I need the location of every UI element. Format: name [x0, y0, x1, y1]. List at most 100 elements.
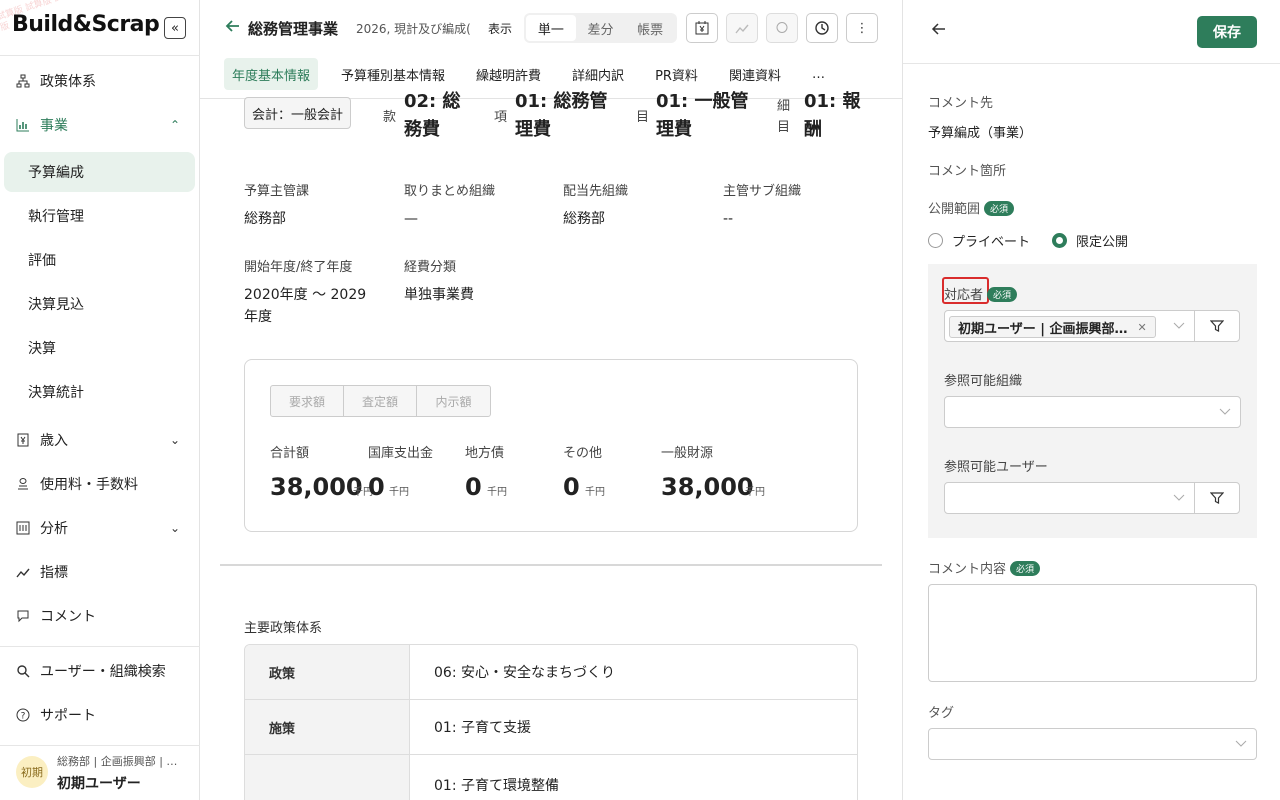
app-logo: Build&Scrap: [12, 12, 160, 37]
visibility-label: 公開範囲 必須: [928, 198, 1015, 217]
display-mode-label: 表示: [488, 22, 513, 36]
assignee-select[interactable]: 初期ユーザー | 企画振興部… ✕: [944, 310, 1195, 342]
sidebar: 試算版 試算版 試算版 Build&Scrap « 政策体系 事業 ⌃ 予算編成…: [0, 0, 200, 800]
nav-evaluation[interactable]: 評価: [4, 240, 195, 280]
amount-tab-notified[interactable]: 内示額: [417, 386, 490, 416]
row-key: 施策: [245, 700, 410, 754]
assignee-label: 対応者 必須: [944, 284, 1018, 303]
table-row: 施策 01: 子育て支援: [245, 700, 857, 755]
nav-analysis[interactable]: 分析 ⌄: [0, 508, 200, 548]
nav-label: ユーザー・組織検索: [40, 664, 166, 680]
nav-policy-system[interactable]: 政策体系: [0, 61, 200, 101]
radio-circle-selected: [1052, 233, 1067, 248]
tab-related-materials[interactable]: 関連資料: [721, 58, 789, 90]
comment-content-label-text: コメント内容: [928, 562, 1007, 577]
more-menu-button[interactable]: ⋮: [846, 13, 878, 43]
collapse-sidebar-button[interactable]: «: [164, 17, 186, 39]
segment-single[interactable]: 単一: [526, 15, 576, 41]
back-arrow-icon[interactable]: [931, 21, 947, 42]
amount-type-segment: 要求額 査定額 内示額: [270, 385, 491, 417]
nav-settlement-forecast[interactable]: 決算見込: [4, 284, 195, 324]
user-profile[interactable]: 初期 総務部 | 企画振興部 | … 初期ユーザー: [0, 745, 200, 800]
save-button[interactable]: 保存: [1197, 16, 1257, 48]
kebab-icon: ⋮: [855, 20, 869, 36]
tab-annual-basic-info[interactable]: 年度基本情報: [224, 58, 319, 90]
nav-support[interactable]: ? サポート: [0, 695, 200, 735]
nav-fees[interactable]: 使用料・手数料: [0, 464, 200, 504]
segment-diff[interactable]: 差分: [576, 15, 626, 41]
nav-comments[interactable]: コメント: [0, 596, 200, 636]
tag-label: タグ: [928, 706, 955, 721]
hierarchy-value: 02: 総 務費: [404, 91, 461, 140]
viewable-org-select[interactable]: [944, 396, 1241, 428]
field-value: 2020年度 〜 2029年度: [244, 287, 367, 325]
radio-private[interactable]: プライベート: [928, 231, 1030, 250]
nav-user-org-search[interactable]: ユーザー・組織検索: [0, 651, 200, 691]
divider: [0, 646, 200, 647]
field-label: 配当先組織: [563, 184, 629, 199]
revenue-icon: [16, 433, 30, 447]
filter-icon: [1210, 492, 1224, 504]
amount-unit: 千円: [585, 487, 605, 498]
assignee-filter-button[interactable]: [1194, 310, 1240, 342]
comment-bubble-icon: [776, 22, 788, 33]
nav-budget-formation[interactable]: 予算編成: [4, 152, 195, 192]
nav-label: コメント: [40, 609, 96, 625]
segment-ledger[interactable]: 帳票: [625, 15, 675, 41]
radio-limited[interactable]: 限定公開: [1052, 231, 1128, 250]
viewable-user-select[interactable]: [944, 482, 1195, 514]
nav-revenue[interactable]: 歳入 ⌄: [0, 420, 200, 460]
nav-projects[interactable]: 事業 ⌃: [0, 105, 200, 145]
amount-unit: 千円: [389, 487, 409, 498]
viewable-org-label: 参照可能組織: [944, 374, 1023, 389]
hierarchy-value: 01: 一般管 理費: [656, 91, 749, 140]
history-button[interactable]: [806, 13, 838, 43]
filter-icon: [1210, 320, 1224, 332]
trend-button[interactable]: [726, 13, 758, 43]
nav-execution-management[interactable]: 執行管理: [4, 196, 195, 236]
comment-button[interactable]: [766, 13, 798, 43]
tab-more[interactable]: …: [804, 58, 833, 90]
tab-pr-materials[interactable]: PR資料: [647, 58, 706, 90]
nav-label: 指標: [40, 565, 68, 581]
comment-target-value: 予算編成（事業）: [928, 126, 1033, 141]
field-value: —: [404, 211, 418, 227]
trend-icon: [16, 565, 30, 579]
tab-details[interactable]: 詳細内訳: [564, 58, 632, 90]
comment-content-textarea[interactable]: [928, 584, 1257, 682]
field-label: 開始年度/終了年度: [244, 260, 353, 275]
row-value: 01: 子育て支援: [434, 720, 531, 736]
tag-select[interactable]: [928, 728, 1257, 760]
required-badge: 必須: [1010, 561, 1041, 576]
nav-label: サポート: [40, 708, 96, 724]
nav-indicators[interactable]: 指標: [0, 552, 200, 592]
amount-value: 0: [563, 473, 580, 501]
policy-table: 政策 06: 安心・安全なまちづくり 施策 01: 子育て支援 細施策 01: …: [244, 644, 858, 800]
amount-unit: 千円: [745, 487, 765, 498]
yen-calendar-button[interactable]: [686, 13, 718, 43]
back-arrow-icon[interactable]: [224, 17, 242, 40]
tab-bar: 年度基本情報 予算種別基本情報 繰越明許費 詳細内訳 PR資料 関連資料 …: [224, 58, 848, 92]
radio-label: プライベート: [952, 235, 1031, 250]
comment-icon: [16, 609, 30, 623]
trend-icon: [735, 24, 749, 34]
close-icon[interactable]: ✕: [1138, 321, 1147, 334]
viewable-user-filter-button[interactable]: [1194, 482, 1240, 514]
hierarchy-label: 項: [494, 110, 508, 125]
assignee-label-text: 対応者: [944, 288, 984, 303]
tab-carryover[interactable]: 繰越明許費: [468, 58, 549, 90]
page-title: 総務管理事業: [248, 20, 339, 38]
amount-tab-assessed[interactable]: 査定額: [344, 386, 417, 416]
field-value: 総務部: [563, 211, 605, 227]
history-icon: [815, 21, 829, 35]
nav-settlement-statistics[interactable]: 決算統計: [4, 372, 195, 412]
user-org: 総務部 | 企画振興部 | …: [57, 755, 178, 768]
amount-tab-request[interactable]: 要求額: [271, 386, 344, 416]
assignee-section: 対応者 必須 初期ユーザー | 企画振興部… ✕ 参照可能組織 参照可能ユーザー: [928, 264, 1257, 538]
display-mode-segment: 単一 差分 帳票: [524, 13, 677, 43]
comment-panel: 保存 コメント先 予算編成（事業） コメント箇所 公開範囲 必須 プライベート 限…: [902, 0, 1280, 800]
chevron-up-icon: ⌃: [169, 118, 180, 132]
nav-settlement[interactable]: 決算: [4, 328, 195, 368]
tab-budget-type-info[interactable]: 予算種別基本情報: [333, 58, 453, 90]
nav-label: 分析: [40, 521, 68, 537]
